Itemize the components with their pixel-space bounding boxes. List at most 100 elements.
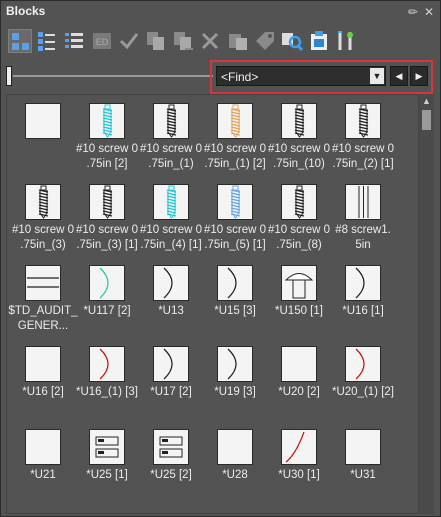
slider-thumb[interactable]	[6, 66, 12, 86]
block-preview-icon	[26, 430, 60, 464]
block-item[interactable]: *U15 [3]	[205, 262, 265, 342]
scroll-up-arrow-icon[interactable]: ▲	[419, 94, 434, 109]
block-item[interactable]: *U25 [2]	[141, 426, 201, 506]
block-preview-icon	[230, 185, 241, 219]
vertical-scrollbar[interactable]: ▲	[419, 94, 434, 514]
paste-block-icon	[228, 34, 247, 50]
block-item[interactable]: $TD_AUDIT_ GENER...	[8, 262, 78, 342]
block-preview-icon	[227, 348, 237, 380]
larges-view-icon-button[interactable]	[8, 29, 32, 53]
previous-button[interactable]: ◀	[390, 66, 408, 86]
block-label: #10 screw 0 .75in_(2) [1]	[331, 143, 394, 170]
block-thumbnail	[345, 265, 381, 301]
block-preview-icon	[284, 273, 314, 299]
block-preview-icon	[95, 436, 119, 458]
block-item[interactable]: *U16 [1]	[333, 262, 393, 342]
block-item[interactable]: *U31	[333, 426, 393, 506]
block-label: *U25 [1]	[86, 469, 128, 481]
block-label: #10 screw 0 .75in_(5) [1]	[203, 224, 266, 251]
rename-tag-button[interactable]	[253, 29, 277, 53]
block-item[interactable]: *U117 [2]	[77, 262, 137, 342]
block-item[interactable]: *U30 [1]	[269, 426, 329, 506]
close-icon[interactable]: ✕	[422, 5, 436, 19]
svg-text:ED: ED	[95, 37, 108, 47]
checkmark-button[interactable]	[117, 29, 141, 53]
block-item[interactable]: *U16 [2]	[13, 343, 73, 423]
block-item[interactable]: *U20 [2]	[269, 343, 329, 423]
block-label: #10 screw 0 .75in_(1)	[139, 143, 202, 170]
dropdown-arrow-icon[interactable]: ▼	[370, 68, 384, 84]
pin-icon[interactable]: ✏	[406, 5, 420, 19]
block-item[interactable]: #10 screw 0 .75in_(10)	[268, 100, 330, 180]
smalls-view-icon-button[interactable]	[35, 29, 59, 53]
block-label: $TD_AUDIT_ GENER...	[8, 305, 78, 332]
block-label: #10 screw 0 .75in_(4) [1]	[139, 224, 202, 251]
block-item[interactable]: #10 screw 0 .75in [2]	[76, 100, 138, 180]
block-item[interactable]: *U28	[205, 426, 265, 506]
block-label: *U30 [1]	[278, 469, 320, 481]
block-item[interactable]: *U150 [1]	[269, 262, 329, 342]
paste-block-button[interactable]	[226, 29, 250, 53]
block-preview-icon	[355, 267, 365, 299]
move-block-button[interactable]	[171, 29, 195, 53]
find-input[interactable]: <Find>	[221, 70, 258, 84]
block-label: *U16_(1) [3]	[75, 386, 138, 398]
block-preview-icon	[294, 185, 305, 219]
block-item[interactable]: #8 screw1. 5in	[333, 181, 393, 261]
block-preview-icon	[38, 185, 49, 219]
block-item[interactable]: *U21	[13, 426, 73, 506]
block-item[interactable]: *U16_(1) [3]	[76, 343, 138, 423]
block-thumbnail	[25, 429, 61, 465]
block-item[interactable]: #10 screw 0 .75in_(1)	[140, 100, 202, 180]
copy-block-button[interactable]	[144, 29, 168, 53]
block-item[interactable]: #10 screw 0 .75in_(5) [1]	[204, 181, 266, 261]
block-thumbnail	[153, 184, 189, 220]
block-item[interactable]: #10 screw 0 .75in_(4) [1]	[140, 181, 202, 261]
block-label: *U17 [2]	[150, 386, 192, 398]
block-preview-icon	[355, 348, 365, 380]
block-thumbnail	[217, 103, 253, 139]
slider-track[interactable]	[13, 75, 213, 77]
block-label: *U20 [2]	[278, 386, 320, 398]
move-block-icon	[174, 32, 194, 50]
block-preview-icon	[358, 104, 369, 138]
block-item[interactable]	[13, 100, 73, 180]
block-item[interactable]: *U17 [2]	[141, 343, 201, 423]
block-thumbnail	[153, 346, 189, 382]
block-thumbnail	[217, 184, 253, 220]
block-thumbnail	[281, 265, 317, 301]
tools-button[interactable]	[334, 29, 358, 53]
rename-tag-icon	[255, 32, 274, 50]
large-icons-view-icon	[12, 33, 29, 50]
block-item[interactable]: #10 screw 0 .75in_(1) [2]	[204, 100, 266, 180]
block-item[interactable]: #10 screw 0 .75in_(8)	[268, 181, 330, 261]
insert-block-button[interactable]	[307, 29, 331, 53]
block-item[interactable]: *U25 [1]	[77, 426, 137, 506]
delete-button[interactable]	[198, 29, 222, 53]
block-label: #10 screw 0 .75in_(10)	[267, 143, 330, 170]
small-icons-view-icon	[38, 32, 56, 51]
block-item[interactable]: #10 screw 0 .75in_(3)	[12, 181, 74, 261]
block-item[interactable]: *U13	[141, 262, 201, 342]
list-view-button[interactable]	[62, 29, 86, 53]
block-item[interactable]: *U20_(1) [2]	[332, 343, 394, 423]
scroll-thumb[interactable]	[422, 110, 431, 130]
block-label: *U28	[222, 469, 248, 481]
block-thumbnail	[281, 103, 317, 139]
block-thumbnail	[281, 346, 317, 382]
block-item[interactable]: #10 screw 0 .75in_(3) [1]	[76, 181, 138, 261]
block-preview-icon	[159, 436, 183, 458]
block-thumbnail	[153, 429, 189, 465]
block-label: *U150 [1]	[275, 305, 323, 317]
block-label: #10 screw 0 .75in_(3)	[11, 224, 74, 251]
block-label: #10 screw 0 .75in_(3) [1]	[75, 224, 138, 251]
block-thumbnail	[345, 103, 381, 139]
next-button[interactable]: ▶	[410, 66, 428, 86]
find-combobox[interactable]: <Find> ▼	[216, 66, 386, 86]
block-item[interactable]: *U19 [3]	[205, 343, 265, 423]
block-label: *U15 [3]	[214, 305, 256, 317]
block-editor-button[interactable]: ED	[90, 29, 114, 53]
block-item[interactable]: #10 screw 0 .75in_(2) [1]	[332, 100, 394, 180]
block-thumbnail	[89, 265, 125, 301]
find-block-button[interactable]	[280, 29, 304, 53]
